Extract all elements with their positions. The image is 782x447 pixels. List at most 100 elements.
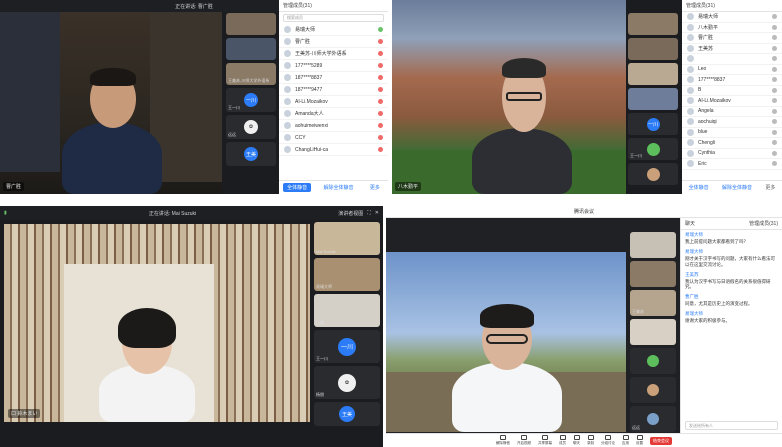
microphone-icon[interactable] bbox=[772, 56, 777, 62]
microphone-icon[interactable] bbox=[772, 66, 777, 72]
thumbnail-avatar[interactable] bbox=[628, 163, 678, 185]
toolbar-button[interactable]: 共享屏幕 bbox=[538, 435, 552, 446]
participant-row[interactable]: aohuimeiwenxi bbox=[279, 120, 388, 132]
microphone-icon[interactable] bbox=[772, 150, 777, 156]
toolbar-button[interactable]: 开启视频 bbox=[517, 435, 531, 446]
microphone-icon[interactable] bbox=[378, 147, 383, 152]
mute-all-button[interactable]: 全体静音 bbox=[685, 183, 713, 192]
participant-row[interactable]: 王美苏 bbox=[682, 44, 782, 54]
participant-row[interactable]: 八木勤平 bbox=[682, 23, 782, 33]
thumbnail-avatar[interactable]: ✿ 杨朋 bbox=[314, 366, 380, 399]
more-button[interactable]: 更多 bbox=[366, 183, 384, 192]
thumbnail-avatar[interactable]: 王美 bbox=[226, 142, 276, 166]
thumbnail-video[interactable] bbox=[628, 88, 678, 110]
member-title[interactable]: 管理成员(31) bbox=[749, 220, 778, 227]
participant-row[interactable]: 曹广胜 bbox=[682, 33, 782, 44]
participant-row[interactable]: 177****8837 bbox=[682, 75, 782, 86]
participant-search-input[interactable]: 搜索成员 bbox=[283, 14, 384, 22]
participant-row[interactable]: 易瑞大师 bbox=[682, 12, 782, 23]
microphone-icon[interactable] bbox=[772, 87, 777, 93]
more-button[interactable]: 更多 bbox=[761, 183, 779, 192]
thumbnail-video[interactable] bbox=[630, 261, 676, 287]
microphone-icon[interactable] bbox=[772, 119, 777, 125]
thumbnail-video[interactable] bbox=[628, 38, 678, 60]
thumbnail-avatar[interactable]: 远远 bbox=[630, 406, 676, 432]
thumbnail-video[interactable]: 王美苏-川师大学外语系 bbox=[226, 63, 276, 85]
toolbar-button[interactable]: 聊天 bbox=[573, 435, 580, 446]
microphone-icon[interactable] bbox=[378, 87, 383, 92]
end-meeting-button[interactable]: 结束会议 bbox=[650, 436, 672, 445]
microphone-icon[interactable] bbox=[378, 27, 383, 32]
microphone-icon[interactable] bbox=[772, 45, 777, 51]
thumbnail-avatar[interactable]: 王一川 bbox=[628, 138, 678, 160]
thumbnail-video[interactable] bbox=[226, 38, 276, 60]
participant-row[interactable]: B bbox=[682, 86, 782, 96]
participant-row[interactable] bbox=[682, 54, 782, 65]
microphone-icon[interactable] bbox=[378, 111, 383, 116]
microphone-icon[interactable] bbox=[378, 99, 383, 104]
thumbnail-video[interactable]: 王美苏 bbox=[630, 290, 676, 316]
toolbar-button[interactable]: 录制 bbox=[587, 435, 594, 446]
microphone-icon[interactable] bbox=[772, 35, 777, 41]
microphone-icon[interactable] bbox=[772, 129, 777, 135]
chat-input[interactable]: 发送给所有人 bbox=[685, 421, 778, 430]
participant-row[interactable]: 177****5289 bbox=[279, 60, 388, 72]
microphone-icon[interactable] bbox=[772, 98, 777, 104]
mute-all-button[interactable]: 全体静音 bbox=[283, 183, 312, 192]
speaker-view-button[interactable]: 演讲者视图 bbox=[338, 210, 363, 217]
participant-row[interactable]: AI-Li.Mozaikov bbox=[279, 96, 388, 108]
participant-row[interactable]: 曹广胜 bbox=[279, 36, 388, 48]
thumbnail-video[interactable] bbox=[630, 232, 676, 258]
thumbnail-video[interactable]: 易瑞大师 bbox=[314, 258, 380, 291]
thumbnail-video[interactable] bbox=[226, 13, 276, 35]
participant-row[interactable]: AI-Li.Mozaikov bbox=[682, 96, 782, 107]
participant-row[interactable]: Chengli bbox=[682, 138, 782, 149]
participant-row[interactable]: Amanda大人 bbox=[279, 108, 388, 120]
unmute-all-button[interactable]: 解除全体静音 bbox=[718, 183, 756, 192]
microphone-icon[interactable] bbox=[378, 63, 383, 68]
microphone-icon[interactable] bbox=[772, 14, 777, 20]
thumbnail-avatar[interactable]: 一川 bbox=[628, 113, 678, 135]
microphone-icon[interactable] bbox=[772, 24, 777, 30]
thumbnail-video[interactable]: 日暮 bbox=[314, 294, 380, 327]
participant-row[interactable]: Eric bbox=[682, 159, 782, 170]
microphone-icon[interactable] bbox=[772, 108, 777, 114]
thumbnail-avatar[interactable]: ✿ 远远 bbox=[226, 115, 276, 139]
thumbnail-video[interactable]: Mai Suzuki bbox=[314, 222, 380, 255]
toolbar-button[interactable]: 解除静音 bbox=[496, 435, 510, 446]
microphone-icon[interactable] bbox=[378, 39, 383, 44]
unmute-all-button[interactable]: 解除全体静音 bbox=[319, 183, 357, 192]
participant-row[interactable]: Cynthia bbox=[682, 149, 782, 159]
toolbar-button[interactable]: 分组讨论 bbox=[601, 435, 615, 446]
participant-row[interactable]: 易瑞大师 bbox=[279, 24, 388, 36]
microphone-icon[interactable] bbox=[378, 51, 383, 56]
thumbnail-avatar[interactable] bbox=[630, 348, 676, 374]
close-icon[interactable]: ✕ bbox=[375, 210, 379, 216]
participant-row[interactable]: Leo bbox=[682, 65, 782, 75]
thumbnail-avatar[interactable] bbox=[630, 377, 676, 403]
thumbnail-avatar[interactable]: 一川 王一川 bbox=[314, 330, 380, 363]
participant-row[interactable]: 187****8837 bbox=[279, 72, 388, 84]
thumbnail-avatar[interactable]: 王美 bbox=[314, 402, 380, 426]
toolbar-button[interactable]: 应用 bbox=[622, 435, 629, 446]
participant-row[interactable]: aochuiqi bbox=[682, 117, 782, 128]
thumbnail-video[interactable] bbox=[628, 13, 678, 35]
microphone-icon[interactable] bbox=[772, 77, 777, 83]
participant-row[interactable]: 187****9477 bbox=[279, 84, 388, 96]
participant-row[interactable]: blue bbox=[682, 128, 782, 138]
microphone-icon[interactable] bbox=[378, 123, 383, 128]
microphone-icon[interactable] bbox=[378, 135, 383, 140]
toolbar-button[interactable]: 成员 bbox=[559, 435, 566, 446]
toolbar-button[interactable]: 设置 bbox=[636, 435, 643, 446]
participant-row[interactable]: CCY bbox=[279, 132, 388, 144]
fullscreen-icon[interactable]: ⛶ bbox=[367, 210, 371, 216]
microphone-icon[interactable] bbox=[772, 161, 777, 167]
thumbnail-avatar[interactable]: 一川 王一川 bbox=[226, 88, 276, 112]
participant-row[interactable]: ChangLiHui-ca bbox=[279, 144, 388, 156]
thumbnail-video[interactable] bbox=[628, 63, 678, 85]
microphone-icon[interactable] bbox=[378, 75, 383, 80]
thumbnail-video[interactable] bbox=[630, 319, 676, 345]
participant-row[interactable]: 王美苏-川师大学外语系 bbox=[279, 48, 388, 60]
microphone-icon[interactable] bbox=[772, 140, 777, 146]
participant-row[interactable]: Angela bbox=[682, 107, 782, 117]
